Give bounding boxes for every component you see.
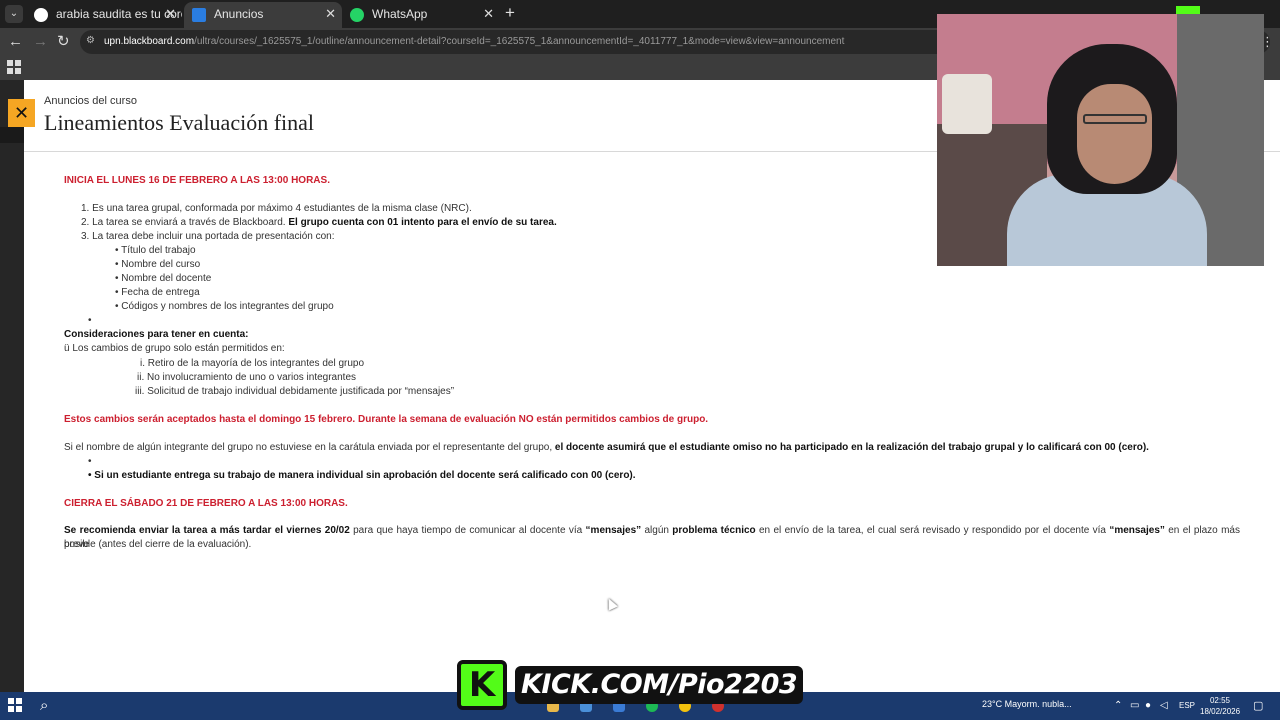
recommendation-end: posible (antes del cierre de la evaluaci…	[64, 539, 252, 550]
individual-warning: • Si un estudiante entrega su trabajo de…	[88, 470, 636, 481]
omission-rule: Si el nombre de algún integrante del gru…	[64, 442, 1149, 454]
back-arrow-icon[interactable]: ←	[8, 32, 23, 52]
webcam-overlay	[937, 14, 1264, 266]
kick-banner: K KICK.COM/Pio2203	[457, 658, 821, 712]
url-path: /ultra/courses/_1625575_1/outline/announ…	[194, 36, 845, 47]
close-tab-icon[interactable]: ✕	[325, 2, 336, 26]
cover-item: • Códigos y nombres de los integrantes d…	[115, 301, 334, 312]
group-changes-intro: ü Los cambios de grupo solo están permit…	[64, 343, 285, 354]
breadcrumb[interactable]: Anuncios del curso	[44, 95, 137, 107]
rec-text: para que haya tiempo de comunicar al doc…	[349, 525, 586, 536]
tab-title: arabia saudita es tu corona que	[56, 7, 182, 21]
windows-start-icon[interactable]	[8, 698, 22, 712]
tab-arabia[interactable]: arabia saudita es tu corona que ✕	[26, 2, 182, 28]
microphone-icon[interactable]: ●	[1145, 699, 1151, 713]
reload-icon[interactable]: ↻	[57, 32, 70, 52]
rec-emphasis: Se recomienda enviar la tarea a más tard…	[64, 525, 350, 536]
forward-arrow-icon[interactable]: →	[33, 32, 48, 52]
clock[interactable]: 02:55 18/02/2026	[1200, 695, 1240, 717]
tab-search-button[interactable]: ⌄	[5, 5, 23, 23]
tab-title: WhatsApp	[372, 7, 428, 21]
close-panel-button[interactable]: ✕	[8, 99, 35, 127]
tab-anuncios[interactable]: Anuncios ✕	[184, 2, 342, 28]
item-emphasis: El grupo cuenta con 01 intento para el e…	[288, 217, 557, 228]
rec-text: en el envío de la tarea, el cual será re…	[755, 525, 1110, 536]
kick-channel-text: KICK.COM/Pio2203	[515, 666, 804, 704]
rule-text: Si el nombre de algún integrante del gru…	[64, 442, 555, 453]
rule-emphasis: el docente asumirá que el estudiante omi…	[554, 442, 1149, 453]
course-nav-strip	[0, 127, 24, 143]
rec-emphasis: “mensajes”	[585, 525, 642, 536]
webcam-pillow	[942, 74, 992, 134]
apps-grid-icon[interactable]	[7, 60, 21, 74]
search-icon[interactable]: ⌕	[40, 696, 48, 716]
list-item: 1. Es una tarea grupal, conformada por m…	[81, 203, 472, 214]
group-change-item: i. Retiro de la mayoría de los integrant…	[140, 358, 365, 369]
group-change-item: iii. Solicitud de trabajo individual deb…	[135, 386, 455, 397]
notifications-icon[interactable]: ▢	[1253, 699, 1263, 712]
network-icon[interactable]: ▭	[1130, 699, 1139, 713]
start-notice: INICIA EL LUNES 16 DE FEBRERO A LAS 13:0…	[64, 175, 330, 186]
site-settings-icon[interactable]: ⚙	[86, 35, 98, 47]
weather-widget[interactable]: 23°C Mayorm. nubla...	[982, 699, 1072, 709]
tab-title: Anuncios	[214, 7, 264, 21]
clock-time: 02:55	[1209, 696, 1231, 705]
empty-bullet: •	[88, 315, 92, 326]
considerations-heading: Consideraciones para tener en cuenta:	[64, 329, 249, 340]
clock-date: 18/02/2026	[1200, 707, 1241, 716]
page-title: Lineamientos Evaluación final	[44, 110, 315, 135]
cover-item: • Título del trabajo	[115, 245, 196, 256]
new-tab-icon[interactable]: +	[505, 3, 515, 23]
cover-item: • Nombre del docente	[115, 273, 212, 284]
tab-whatsapp[interactable]: WhatsApp ✕	[342, 2, 500, 28]
close-tab-icon[interactable]: ✕	[483, 2, 494, 26]
language-indicator[interactable]: ESP	[1179, 701, 1195, 710]
rec-text: algún	[641, 525, 673, 536]
close-tab-icon[interactable]: ✕	[165, 2, 176, 26]
group-change-item: ii. No involucramiento de uno o varios i…	[137, 372, 357, 383]
rec-emphasis: problema técnico	[672, 525, 756, 536]
item-text: 2. La tarea se enviará a través de Black…	[81, 217, 289, 228]
list-item: 2. La tarea se enviará a través de Black…	[81, 217, 557, 229]
whatsapp-icon	[350, 8, 364, 22]
tray-overflow-icon[interactable]: ⌃	[1114, 699, 1122, 713]
close-notice: CIERRA EL SÁBADO 21 DE FEBRERO A LAS 13:…	[64, 498, 348, 509]
changes-deadline: Estos cambios serán aceptados hasta el d…	[64, 414, 709, 425]
empty-bullet: •	[88, 456, 92, 467]
google-icon	[34, 8, 48, 22]
cover-item: • Nombre del curso	[115, 259, 201, 270]
volume-icon[interactable]: ◁	[1160, 699, 1168, 713]
cover-item: • Fecha de entrega	[115, 287, 200, 298]
webcam-person-glasses	[1083, 114, 1147, 124]
webcam-person-face	[1077, 84, 1152, 184]
list-item: 3. La tarea debe incluir una portada de …	[81, 231, 335, 242]
blackboard-icon	[192, 8, 206, 22]
kick-logo: K	[457, 660, 507, 710]
url-host: upn.blackboard.com	[104, 36, 195, 47]
rec-emphasis: “mensajes”	[1109, 525, 1165, 536]
